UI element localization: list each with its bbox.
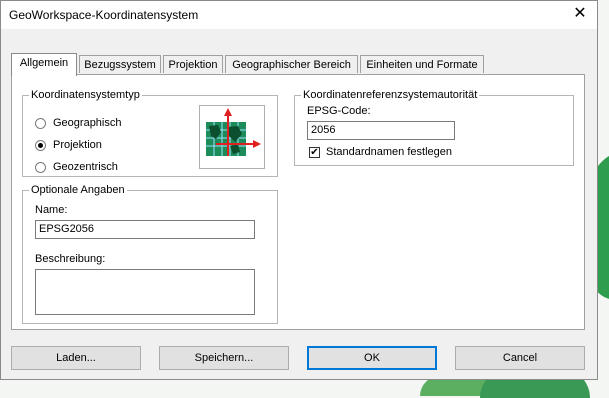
optional-group: Optionale Angaben Name: EPSG2056 Beschre…: [22, 184, 278, 324]
radio-button[interactable]: [35, 117, 46, 129]
map-grid-axes-icon: [199, 105, 265, 169]
close-button[interactable]: ✕: [563, 1, 597, 29]
radio-geozentrisch[interactable]: Geozentrisch: [35, 159, 118, 175]
authority-group: Koordinatenreferenzsystemautorität EPSG-…: [294, 89, 574, 166]
radio-label: Geozentrisch: [53, 161, 118, 173]
ok-button[interactable]: OK: [307, 346, 437, 370]
tab-geographischer-bereich[interactable]: Geographischer Bereich: [225, 55, 358, 73]
title-bar[interactable]: GeoWorkspace-Koordinatensystem ✕: [1, 1, 597, 29]
close-icon: ✕: [573, 5, 587, 22]
radio-button[interactable]: [35, 139, 46, 151]
standard-names-checkbox[interactable]: ✔: [309, 147, 320, 158]
standard-names-label: Standardnamen festlegen: [326, 146, 452, 158]
epsg-code-label: EPSG-Code:: [307, 105, 371, 117]
name-input[interactable]: EPSG2056: [35, 220, 255, 239]
radio-projektion[interactable]: Projektion: [35, 137, 102, 153]
epsg-code-input[interactable]: 2056: [307, 121, 455, 140]
window-title: GeoWorkspace-Koordinatensystem: [9, 8, 199, 22]
cancel-button[interactable]: Cancel: [455, 346, 585, 370]
tab-bezugssystem[interactable]: Bezugssystem: [79, 55, 161, 73]
coord-type-legend: Koordinatensystemtyp: [31, 89, 140, 101]
description-textarea[interactable]: [35, 269, 255, 315]
coord-type-group: Koordinatensystemtyp Geographisch Projek…: [22, 89, 278, 177]
save-button[interactable]: Speichern...: [159, 346, 289, 370]
authority-legend: Koordinatenreferenzsystemautorität: [303, 89, 478, 101]
tab-panel-allgemein: Koordinatensystemtyp Geographisch Projek…: [11, 74, 585, 330]
radio-label: Projektion: [53, 139, 102, 151]
tab-projektion[interactable]: Projektion: [163, 55, 223, 73]
radio-button[interactable]: [35, 161, 46, 173]
tab-einheiten-und-formate[interactable]: Einheiten und Formate: [360, 55, 484, 73]
load-button[interactable]: Laden...: [11, 346, 141, 370]
tab-allgemein[interactable]: Allgemein: [11, 53, 77, 76]
radio-geographisch[interactable]: Geographisch: [35, 115, 122, 131]
description-label: Beschreibung:: [35, 253, 106, 265]
optional-legend: Optionale Angaben: [31, 184, 125, 196]
radio-label: Geographisch: [53, 117, 122, 129]
coordinate-system-dialog: GeoWorkspace-Koordinatensystem ✕ Allgeme…: [0, 0, 598, 380]
name-label: Name:: [35, 204, 68, 216]
